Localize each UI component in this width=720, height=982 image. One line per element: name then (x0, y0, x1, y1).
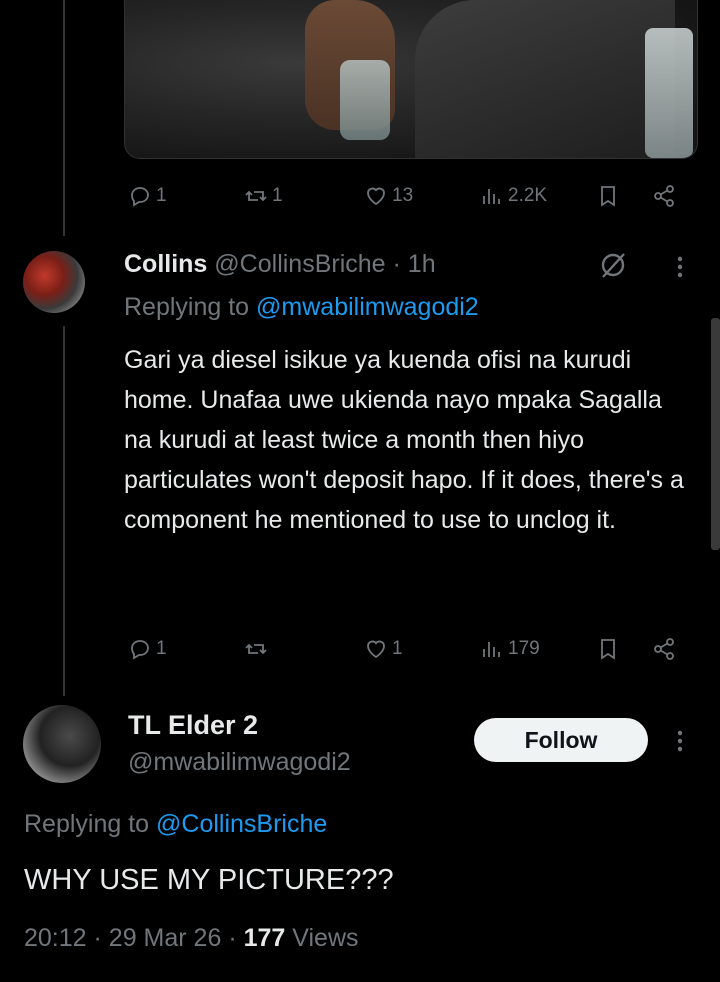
like-count: 13 (392, 185, 414, 206)
bookmark-icon (601, 639, 615, 660)
like-count: 1 (392, 638, 403, 659)
author-handle[interactable]: @CollinsBriche (214, 250, 385, 278)
reply-button[interactable]: 1 (128, 637, 167, 661)
bookmark-button[interactable] (596, 184, 620, 208)
repost-icon (245, 190, 267, 202)
tweet-text: WHY USE MY PICTURE??? (24, 864, 394, 896)
replying-to-line: Replying to @CollinsBriche (24, 810, 327, 839)
avatar-tl-elder[interactable] (23, 705, 101, 783)
reply-count: 1 (156, 185, 167, 206)
author-name[interactable]: TL Elder 2 (128, 710, 258, 741)
bookmark-button[interactable] (596, 637, 620, 661)
follow-button[interactable]: Follow (474, 718, 648, 762)
author-handle[interactable]: @mwabilimwagodi2 (128, 748, 351, 777)
tweet-date[interactable]: 29 Mar 26 (109, 924, 222, 952)
share-icon (654, 185, 674, 207)
more-icon[interactable] (668, 726, 692, 756)
reply-actions: 1 1 179 (124, 634, 684, 664)
reply-button[interactable]: 1 (128, 184, 167, 208)
replying-prefix: Replying to (124, 293, 250, 321)
like-button[interactable]: 1 (364, 637, 403, 661)
like-icon (367, 187, 385, 206)
repost-button[interactable] (244, 637, 272, 661)
share-button[interactable] (652, 184, 676, 208)
repost-icon (245, 643, 267, 655)
more-icon[interactable] (668, 252, 692, 282)
tweet-time[interactable]: 20:12 (24, 924, 87, 952)
views-count: 179 (508, 638, 540, 659)
views-icon (483, 642, 500, 657)
reply-count: 1 (156, 638, 167, 659)
avatar-collins[interactable] (23, 251, 85, 313)
like-icon (367, 640, 385, 659)
repost-button[interactable]: 1 (244, 184, 283, 208)
replying-prefix: Replying to (24, 810, 150, 838)
replying-to-link[interactable]: @CollinsBriche (156, 810, 327, 838)
tweet-time[interactable]: 1h (408, 250, 436, 278)
views-label: Views (292, 924, 359, 952)
scrollbar[interactable] (711, 318, 720, 550)
author-name[interactable]: Collins (124, 250, 207, 278)
views-button[interactable]: 2.2K (480, 184, 547, 208)
replying-to-line: Replying to @mwabilimwagodi2 (124, 293, 479, 322)
views-button[interactable]: 179 (480, 637, 540, 661)
reply-header: Collins @CollinsBriche · 1h (124, 250, 436, 279)
separator: · (228, 924, 237, 952)
share-icon (654, 638, 674, 660)
reply-icon (131, 640, 149, 660)
reply-icon (131, 187, 149, 207)
replying-to-link[interactable]: @mwabilimwagodi2 (256, 293, 479, 321)
bookmark-icon (601, 186, 615, 207)
tweet-meta: 20:12 · 29 Mar 26 · 177 Views (24, 924, 359, 953)
grok-icon[interactable] (598, 250, 628, 280)
views-icon (483, 189, 500, 204)
tweet-media-image[interactable] (124, 0, 698, 159)
thread-line-middle (63, 326, 65, 696)
reply-text: Gari ya diesel isikue ya kuenda ofisi na… (124, 346, 684, 534)
like-button[interactable]: 13 (364, 184, 413, 208)
thread-line-top (63, 0, 65, 236)
separator: · (93, 924, 102, 952)
repost-count: 1 (272, 185, 283, 206)
share-button[interactable] (652, 637, 676, 661)
views-count[interactable]: 177 (244, 924, 286, 952)
tweet-actions: 1 1 13 2.2K (124, 181, 684, 211)
views-count: 2.2K (508, 185, 548, 206)
separator: · (392, 250, 401, 278)
